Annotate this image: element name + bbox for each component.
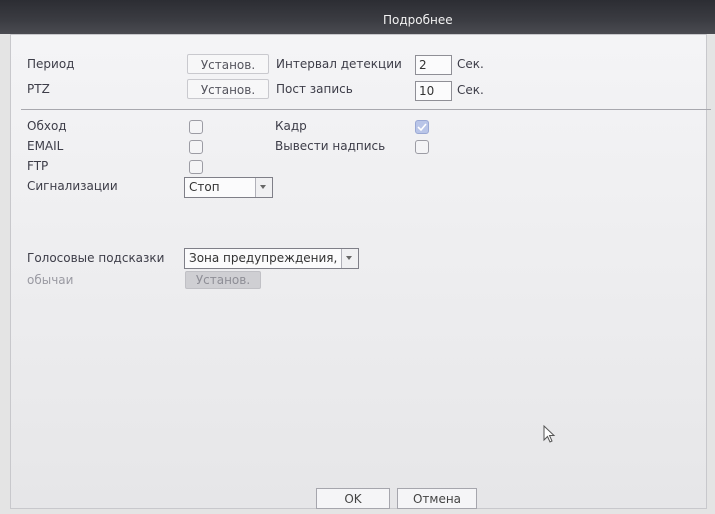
- voice-select-value: Зона предупреждения,: [189, 251, 338, 265]
- alarm-select-value: Стоп: [189, 180, 220, 194]
- cancel-button[interactable]: Отмена: [397, 488, 477, 509]
- frame-label: Кадр: [275, 119, 307, 133]
- title-bar: Подробнее: [0, 0, 715, 34]
- post-record-label: Пост запись: [276, 82, 353, 96]
- post-record-unit: Сек.: [457, 83, 484, 97]
- detect-interval-unit: Сек.: [457, 57, 484, 71]
- ftp-label: FTP: [27, 159, 49, 173]
- mouse-cursor-icon: [543, 425, 556, 443]
- alarm-label: Сигнализации: [27, 179, 118, 193]
- tour-checkbox[interactable]: [189, 120, 203, 134]
- post-record-input[interactable]: 10: [415, 81, 452, 101]
- overlay-label: Вывести надпись: [275, 139, 386, 153]
- period-set-button[interactable]: Установ.: [187, 54, 269, 74]
- detect-interval-label: Интервал детекции: [276, 57, 402, 71]
- email-label: EMAIL: [27, 139, 64, 153]
- section-divider: [21, 109, 711, 110]
- detect-interval-input[interactable]: 2: [415, 55, 452, 75]
- custom-set-button[interactable]: Установ.: [185, 271, 261, 289]
- chevron-down-icon[interactable]: [341, 249, 358, 268]
- voice-select[interactable]: Зона предупреждения,: [184, 248, 359, 269]
- frame-checkbox[interactable]: [415, 120, 429, 134]
- chevron-down-icon[interactable]: [255, 178, 272, 197]
- settings-panel: Период Установ. Интервал детекции 2 Сек.…: [10, 34, 711, 509]
- ok-button[interactable]: OK: [316, 488, 390, 509]
- ftp-checkbox[interactable]: [189, 160, 203, 174]
- check-icon: [417, 123, 427, 132]
- custom-label: обычаи: [27, 273, 74, 287]
- ptz-label: PTZ: [27, 82, 50, 96]
- overlay-checkbox[interactable]: [415, 140, 429, 154]
- alarm-select[interactable]: Стоп: [184, 177, 273, 198]
- window-title: Подробнее: [383, 13, 453, 27]
- email-checkbox[interactable]: [189, 140, 203, 154]
- tour-label: Обход: [27, 119, 67, 133]
- voice-label: Голосовые подсказки: [27, 251, 165, 265]
- ptz-set-button[interactable]: Установ.: [187, 79, 269, 99]
- period-label: Период: [27, 57, 75, 71]
